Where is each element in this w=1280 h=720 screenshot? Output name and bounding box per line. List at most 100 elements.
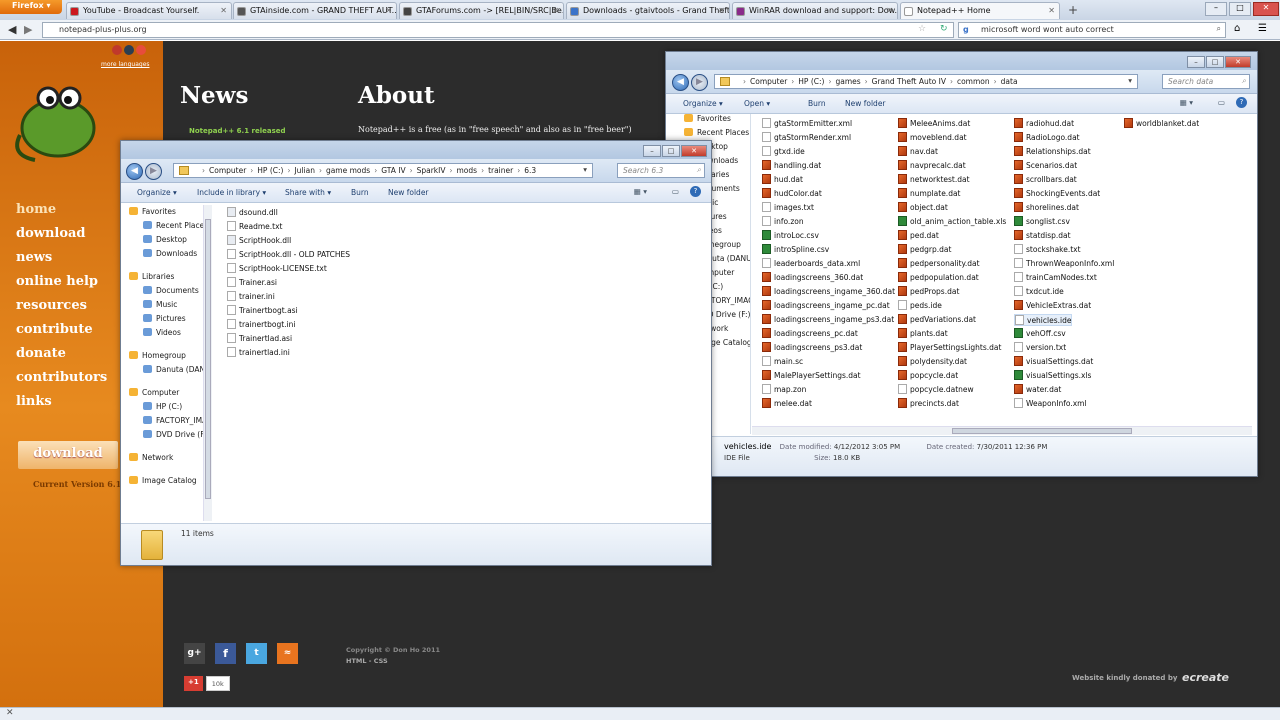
file-item[interactable]: txdcut.ide <box>1014 286 1064 298</box>
breadcrumb-item[interactable]: games <box>835 77 860 86</box>
file-item[interactable]: water.dat <box>1014 384 1061 396</box>
preview-pane-icon[interactable]: ▭ <box>672 187 679 196</box>
nav-item[interactable]: Image Catalog <box>125 476 205 490</box>
breadcrumb-item[interactable]: Computer <box>209 166 246 175</box>
breadcrumb[interactable]: › Computer › HP (C:) › games › Grand Theft Auto… <box>714 74 1138 89</box>
close-icon[interactable]: ✕ <box>1253 2 1279 16</box>
nav-item[interactable]: DVD Drive (F:) <box>125 430 205 444</box>
browser-tab[interactable]: GTAinside.com - GRAND THEFT AUT... ✕ <box>233 2 397 19</box>
file-item[interactable]: leaderboards_data.xml <box>762 258 860 270</box>
file-item[interactable]: radiohud.dat <box>1014 118 1074 130</box>
forward-icon[interactable]: ▶ <box>24 23 32 36</box>
file-item[interactable]: pedpopulation.dat <box>898 272 979 284</box>
nav-item[interactable]: Music <box>125 300 205 314</box>
firefox-menu-button[interactable]: Firefox ▾ <box>0 0 62 14</box>
breadcrumb-item[interactable]: GTA IV <box>381 166 405 175</box>
site-nav-donate[interactable]: donate <box>16 346 66 361</box>
maximize-icon[interactable]: □ <box>1229 2 1251 16</box>
file-item[interactable]: ScriptHook.dll <box>227 235 291 247</box>
browser-tab[interactable]: WinRAR download and support: Dow... ✕ <box>732 2 898 19</box>
breadcrumb-item[interactable]: Grand Theft Auto IV <box>872 77 946 86</box>
file-item[interactable]: vehOff.csv <box>1014 328 1066 340</box>
file-item[interactable]: old_anim_action_table.xls <box>898 216 1006 228</box>
file-item[interactable]: gtaStormRender.xml <box>762 132 851 144</box>
file-item[interactable]: pedgrp.dat <box>898 244 951 256</box>
nav-scrollbar[interactable] <box>203 205 212 521</box>
file-item[interactable]: main.sc <box>762 356 803 368</box>
breadcrumb-item[interactable]: 6.3 <box>524 166 536 175</box>
toolbar-button[interactable]: New folder <box>388 188 429 197</box>
nav-item[interactable]: Documents <box>125 286 205 300</box>
facebook-icon[interactable]: f <box>215 643 236 664</box>
news-item[interactable]: Notepad++ 6.1 released <box>189 127 286 135</box>
file-item[interactable]: precincts.dat <box>898 398 959 410</box>
file-item[interactable]: hud.dat <box>762 174 803 186</box>
file-item[interactable]: ped.dat <box>898 230 939 242</box>
nav-item[interactable]: Desktop <box>125 235 205 249</box>
download-button[interactable]: download <box>18 441 118 469</box>
dropdown-arrow-icon[interactable]: ▾ <box>1128 76 1132 85</box>
browser-tab[interactable]: YouTube - Broadcast Yourself. ✕ <box>66 2 232 19</box>
toolbar-button[interactable]: Burn <box>808 99 826 108</box>
breadcrumb-item[interactable]: HP (C:) <box>257 166 283 175</box>
forward-button[interactable]: ▶ <box>145 163 162 180</box>
search-box[interactable]: Search data ⌕ <box>1162 74 1250 89</box>
tab-close-icon[interactable]: ✕ <box>552 6 559 15</box>
site-nav-links[interactable]: links <box>16 394 52 409</box>
file-item[interactable]: nav.dat <box>898 146 938 158</box>
file-item[interactable]: images.txt <box>762 202 814 214</box>
site-nav-home[interactable]: home <box>16 202 56 217</box>
file-item[interactable]: Trainer.asi <box>227 277 277 289</box>
file-item[interactable]: VehicleExtras.dat <box>1014 300 1091 312</box>
file-item[interactable]: gtaStormEmitter.xml <box>762 118 852 130</box>
toolbar-button[interactable]: New folder <box>845 99 886 108</box>
back-icon[interactable]: ◀ <box>8 23 16 36</box>
file-item[interactable]: loadingscreens_360.dat <box>762 272 863 284</box>
file-item[interactable]: shorelines.dat <box>1014 202 1079 214</box>
status-close-icon[interactable]: ✕ <box>6 708 14 718</box>
search-icon[interactable]: ⌕ <box>1217 24 1221 34</box>
file-item[interactable]: loadingscreens_ingame_ps3.dat <box>762 314 894 326</box>
nav-item[interactable]: Computer <box>125 388 205 402</box>
tab-close-icon[interactable]: ✕ <box>886 6 893 15</box>
file-item[interactable]: Trainertlad.asi <box>227 333 292 345</box>
file-item[interactable]: Trainertbogt.asi <box>227 305 298 317</box>
language-flags[interactable] <box>112 45 146 55</box>
nav-item[interactable]: Favorites <box>125 207 205 221</box>
dropdown-arrow-icon[interactable]: ▾ <box>583 165 587 174</box>
file-item[interactable]: introLoc.csv <box>762 230 819 242</box>
file-item[interactable]: pedpersonality.dat <box>898 258 980 270</box>
nav-item[interactable]: Videos <box>125 328 205 342</box>
toolbar-button[interactable]: Open ▾ <box>744 99 770 108</box>
site-nav-download[interactable]: download <box>16 226 86 241</box>
toolbar-button[interactable]: Organize ▾ <box>137 188 177 197</box>
file-item[interactable]: songlist.csv <box>1014 216 1070 228</box>
file-item[interactable]: loadingscreens_ingame_pc.dat <box>762 300 890 312</box>
file-item[interactable]: networktest.dat <box>898 174 970 186</box>
new-tab-button[interactable]: + <box>1068 3 1078 17</box>
browser-tab[interactable]: Downloads - gtaivtools - Grand Theft... ✕ <box>566 2 730 19</box>
file-item[interactable]: introSpline.csv <box>762 244 829 256</box>
toolbar-button[interactable]: Include in library ▾ <box>197 188 266 197</box>
file-item[interactable]: pedVariations.dat <box>898 314 976 326</box>
view-options-icon[interactable]: ▦ ▾ <box>1180 98 1193 107</box>
file-item[interactable]: popcycle.datnew <box>898 384 974 396</box>
nav-item[interactable]: Libraries <box>125 272 205 286</box>
breadcrumb-item[interactable]: trainer <box>488 166 513 175</box>
file-item[interactable]: WeaponInfo.xml <box>1014 398 1087 410</box>
site-nav-news[interactable]: news <box>16 250 52 265</box>
file-item[interactable]: ScriptHook.dll - OLD PATCHES <box>227 249 350 261</box>
breadcrumb-item[interactable]: Julian <box>294 166 314 175</box>
breadcrumb-item[interactable]: SparkIV <box>417 166 446 175</box>
file-item[interactable]: loadingscreens_pc.dat <box>762 328 858 340</box>
breadcrumb[interactable]: › Computer › HP (C:) › Julian › game mods › GTA I… <box>173 163 593 178</box>
breadcrumb-item[interactable]: mods <box>456 166 477 175</box>
menu-icon[interactable]: ☰ <box>1258 23 1267 34</box>
back-button[interactable]: ◀ <box>126 163 143 180</box>
close-button[interactable]: ✕ <box>681 145 707 157</box>
file-item[interactable]: loadingscreens_ps3.dat <box>762 342 862 354</box>
breadcrumb-item[interactable]: game mods <box>326 166 370 175</box>
browser-tab[interactable]: Notepad++ Home ✕ <box>900 2 1060 19</box>
nav-item[interactable]: Homegroup <box>125 351 205 365</box>
back-button[interactable]: ◀ <box>672 74 689 91</box>
